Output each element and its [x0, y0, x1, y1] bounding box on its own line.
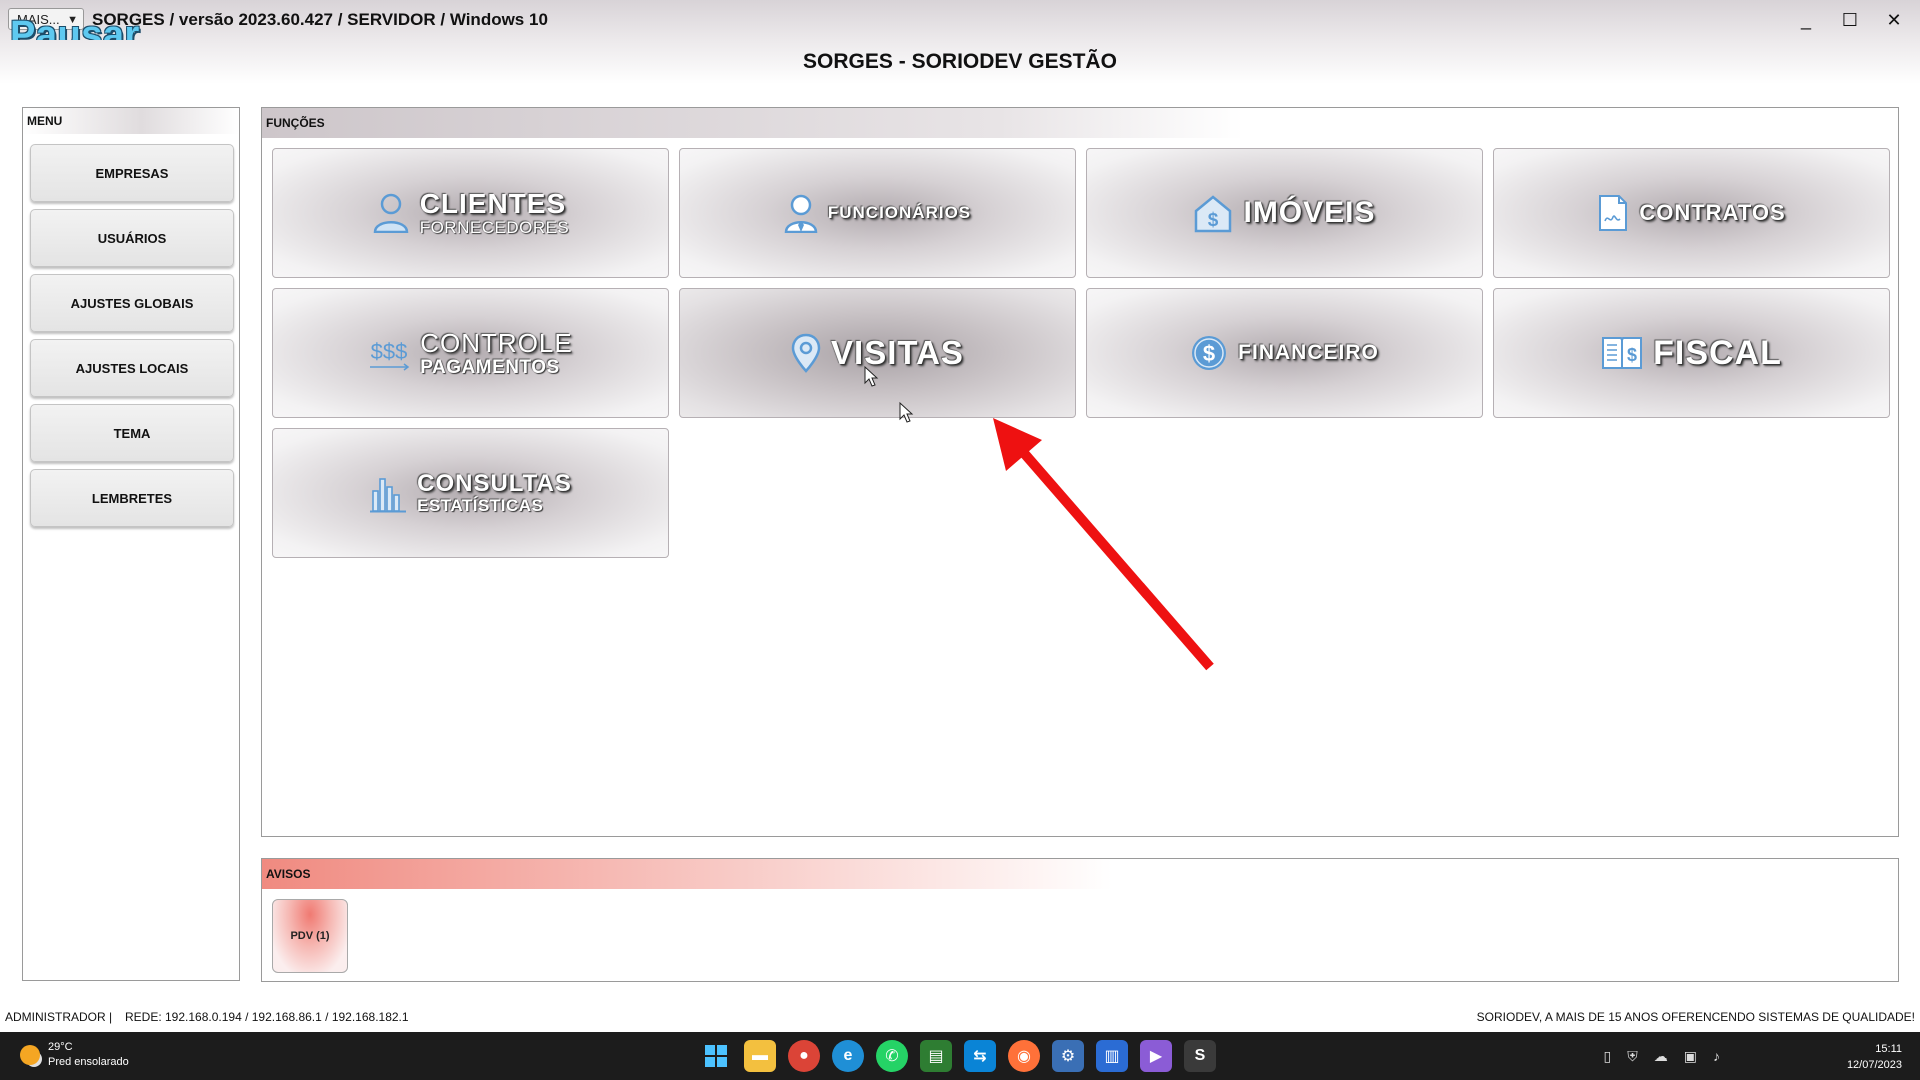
- status-user: ADMINISTRADOR |: [5, 1010, 113, 1024]
- svg-text:$: $: [1627, 345, 1637, 365]
- employee-icon: [784, 194, 818, 233]
- tile-consultas-line2: ESTATÍSTICAS: [417, 496, 544, 515]
- cloud-icon[interactable]: ☁: [1654, 1048, 1668, 1065]
- menu-button-ajustes-globais[interactable]: AJUSTES GLOBAIS: [30, 274, 234, 332]
- video-editor-icon[interactable]: ▶: [1140, 1040, 1172, 1072]
- avisos-header: AVISOS: [262, 859, 1898, 889]
- usb-icon[interactable]: ▯: [1604, 1048, 1612, 1065]
- menu-header: MENU: [23, 108, 239, 134]
- maximize-button[interactable]: ☐: [1830, 6, 1870, 34]
- whatsapp-icon[interactable]: ✆: [876, 1040, 908, 1072]
- menu-button-ajustes-locais[interactable]: AJUSTES LOCAIS: [30, 339, 234, 397]
- volume-icon[interactable]: ♪: [1713, 1048, 1720, 1065]
- weather-description: Pred ensolarado: [48, 1056, 129, 1068]
- file-explorer-icon[interactable]: ▬: [744, 1040, 776, 1072]
- app-title: SORGES - SORIODEV GESTÃO: [803, 50, 1117, 73]
- remote-app-icon[interactable]: ⇆: [964, 1040, 996, 1072]
- menu-panel: MENU EMPRESAS USUÁRIOS AJUSTES GLOBAIS A…: [22, 107, 240, 981]
- close-button[interactable]: ✕: [1874, 6, 1914, 34]
- fiscal-book-icon: $: [1602, 337, 1643, 369]
- window-title: SORGES / versão 2023.60.427 / SERVIDOR /…: [92, 10, 548, 29]
- tile-funcionarios[interactable]: FUNCIONÁRIOS: [679, 148, 1076, 278]
- tile-fiscal-line1: FISCAL: [1653, 333, 1782, 372]
- tile-fiscal[interactable]: $ FISCAL: [1493, 288, 1890, 418]
- status-network: REDE: 192.168.0.194 / 192.168.86.1 / 192…: [125, 1010, 409, 1024]
- weather-widget[interactable]: 29°C Pred ensolarado: [20, 1040, 129, 1070]
- tile-clientes-line2: FORNECEDORES: [419, 218, 570, 237]
- tile-controle-line2: PAGAMENTOS: [420, 356, 560, 378]
- status-slogan: SORIODEV, A MAIS DE 15 ANOS OFERENCENDO …: [1476, 1010, 1915, 1024]
- svg-text:$$$: $$$: [371, 339, 408, 364]
- menu-button-usuarios[interactable]: USUÁRIOS: [30, 209, 234, 267]
- system-tray: ▯ ⛨ ☁ ▣ ♪: [1604, 1048, 1720, 1065]
- house-dollar-icon: $: [1195, 195, 1232, 233]
- location-pin-icon: [791, 333, 821, 373]
- menu-button-lembretes[interactable]: LEMBRETES: [30, 469, 234, 527]
- bar-chart-icon: [370, 478, 407, 513]
- tile-visitas-line1: VISITAS: [831, 334, 964, 371]
- firefox-icon[interactable]: ◉: [1008, 1040, 1040, 1072]
- menu-button-tema[interactable]: TEMA: [30, 404, 234, 462]
- tile-controle-line1: CONTROLE: [420, 327, 573, 358]
- tile-financeiro-line1: FINANCEIRO: [1238, 341, 1379, 364]
- tile-controle-pagamentos[interactable]: $$$ CONTROLE PAGAMENTOS: [272, 288, 669, 418]
- tile-imoveis-line1: IMÓVEIS: [1243, 196, 1376, 229]
- tile-visitas[interactable]: VISITAS: [679, 288, 1076, 418]
- sorges-app-icon[interactable]: S: [1184, 1040, 1216, 1072]
- tile-consultas[interactable]: CONSULTAS ESTATÍSTICAS: [272, 428, 669, 558]
- windows-start-icon[interactable]: [700, 1040, 732, 1072]
- tile-financeiro[interactable]: $ FINANCEIRO: [1086, 288, 1483, 418]
- security-icon[interactable]: ⛨: [1627, 1048, 1638, 1065]
- avisos-panel: AVISOS PDV (1): [261, 858, 1899, 982]
- contract-icon: [1599, 195, 1628, 231]
- taskbar-apps: ▬ ● e ✆ ▤ ⇆ ◉ ⚙ ▥ ▶ S: [700, 1040, 1216, 1072]
- minimize-button[interactable]: _: [1786, 6, 1826, 34]
- weather-temperature: 29°C: [48, 1041, 73, 1053]
- payments-icon: $$$: [370, 339, 410, 371]
- clock-time: 15:11: [1875, 1043, 1902, 1055]
- dollar-circle-icon: $: [1192, 336, 1227, 370]
- tile-funcionarios-line1: FUNCIONÁRIOS: [827, 203, 972, 222]
- tile-clientes[interactable]: CLIENTES FORNECEDORES: [272, 148, 669, 278]
- tile-contratos-line1: CONTRATOS: [1639, 200, 1786, 225]
- settings-icon[interactable]: ⚙: [1052, 1040, 1084, 1072]
- functions-panel: FUNÇÕES CLIENTES FORNECEDORES FUNCIONÁRI…: [261, 107, 1899, 837]
- spreadsheet-icon[interactable]: ▤: [920, 1040, 952, 1072]
- person-icon: [373, 193, 408, 233]
- tile-consultas-line1: CONSULTAS: [417, 470, 572, 497]
- network-icon[interactable]: ▣: [1684, 1048, 1697, 1065]
- clock-date: 12/07/2023: [1846, 1059, 1902, 1071]
- notepad-icon[interactable]: ▥: [1096, 1040, 1128, 1072]
- tile-contratos[interactable]: CONTRATOS: [1493, 148, 1890, 278]
- chrome-icon[interactable]: ●: [788, 1040, 820, 1072]
- svg-text:$: $: [1203, 341, 1215, 366]
- menu-button-empresas[interactable]: EMPRESAS: [30, 144, 234, 202]
- windows-taskbar: 29°C Pred ensolarado ▬ ● e ✆ ▤ ⇆ ◉ ⚙ ▥ ▶…: [0, 1032, 1920, 1080]
- edge-icon[interactable]: e: [832, 1040, 864, 1072]
- pdv-notice-button[interactable]: PDV (1): [272, 899, 348, 973]
- tile-clientes-line1: CLIENTES: [419, 188, 567, 219]
- functions-header: FUNÇÕES: [262, 108, 1898, 138]
- taskbar-clock[interactable]: 15:11 12/07/2023: [1847, 1041, 1902, 1073]
- svg-text:$: $: [1208, 210, 1219, 231]
- sun-icon: [20, 1045, 40, 1065]
- tile-imoveis[interactable]: $ IMÓVEIS: [1086, 148, 1483, 278]
